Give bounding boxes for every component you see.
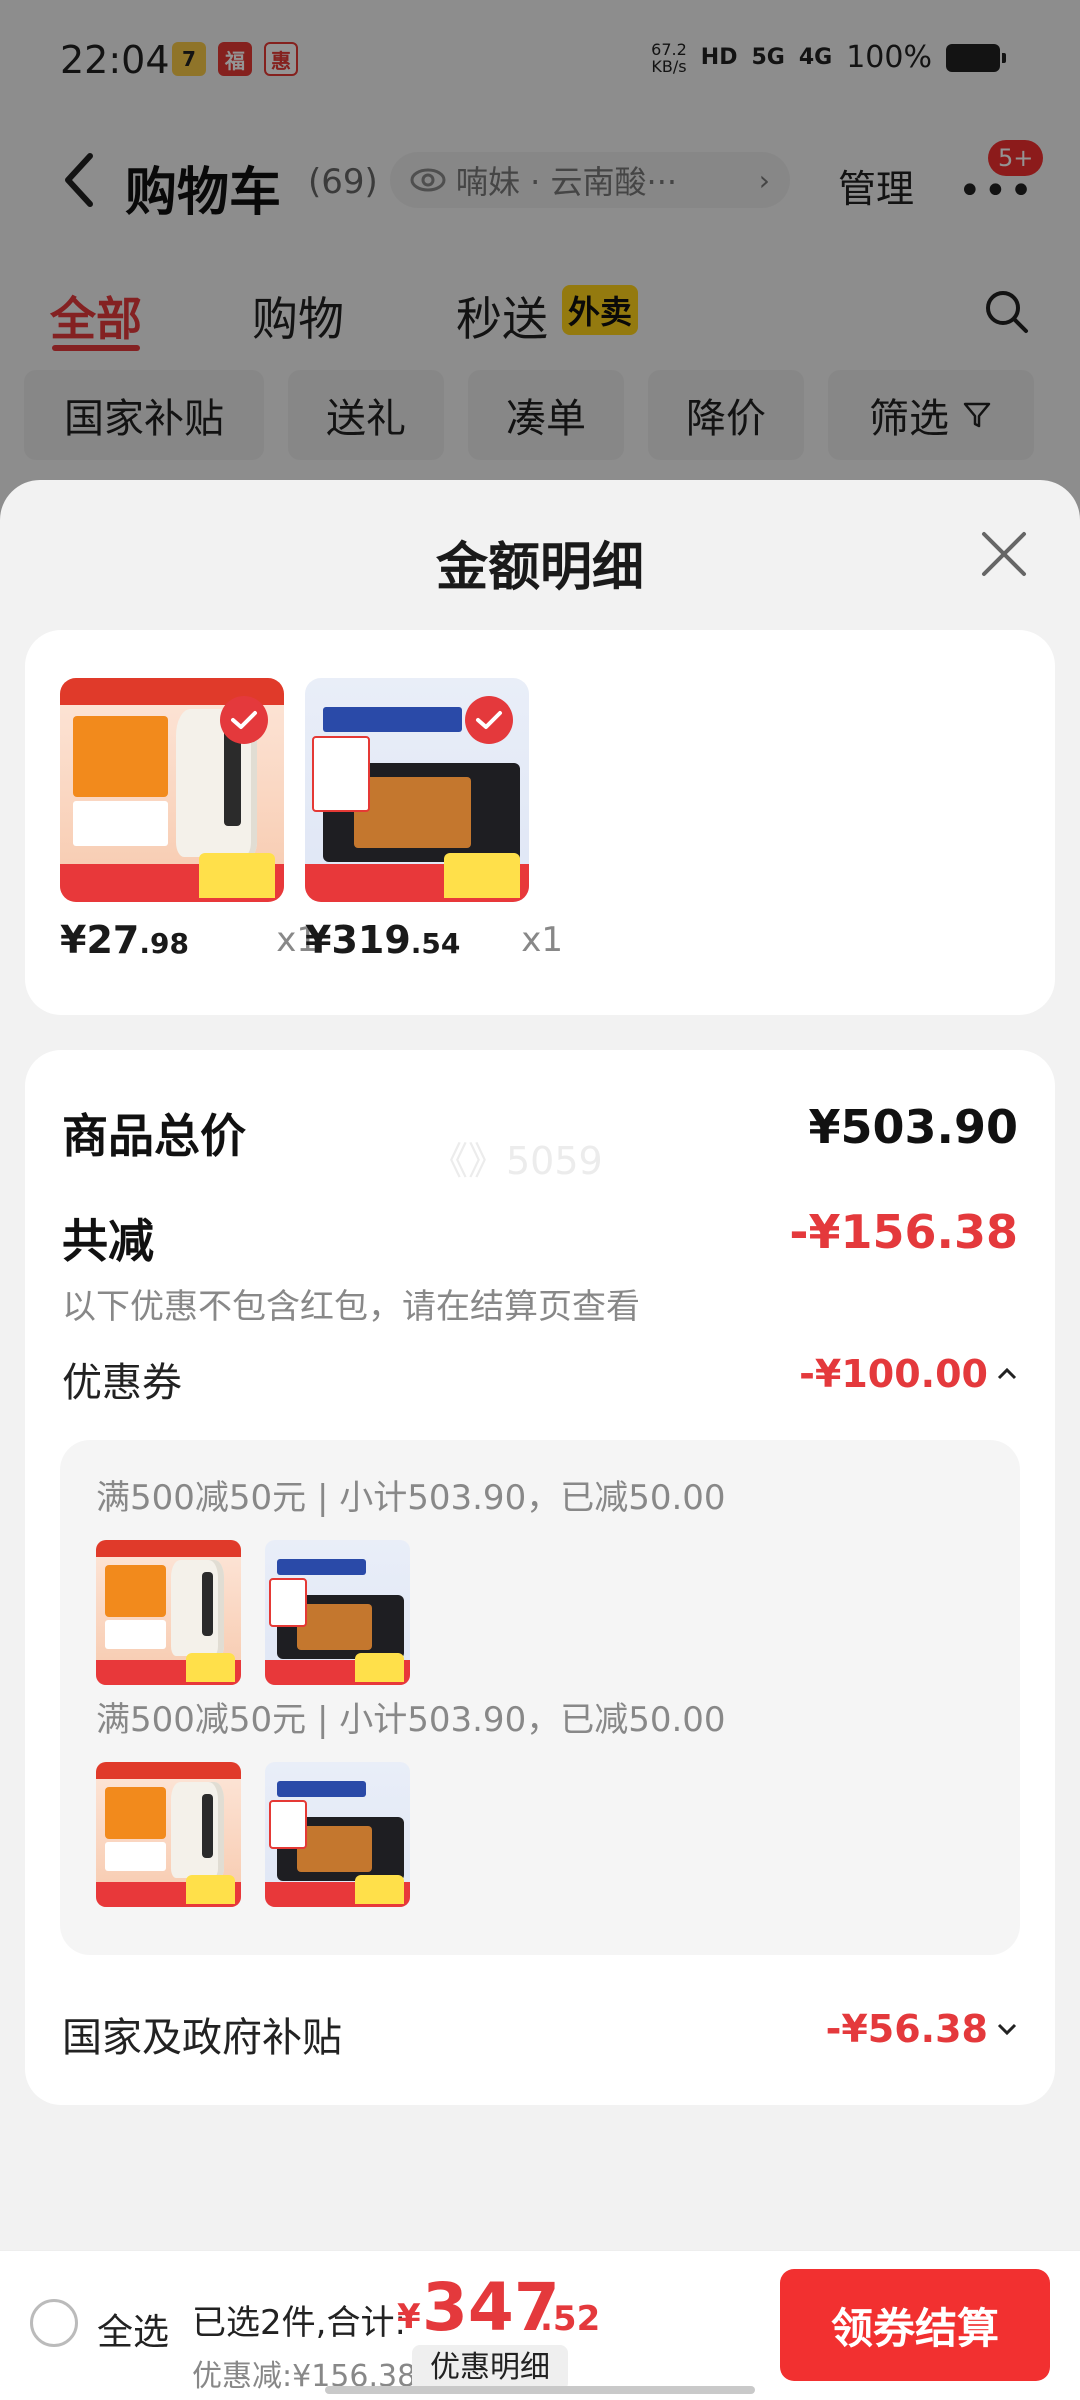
chevron-down-icon[interactable]	[996, 2022, 1018, 2036]
coupon-value: -¥100.00	[799, 1352, 1018, 1396]
item-price: ¥319.54 x1	[305, 918, 563, 962]
total-reduce-row: 共减 -¥156.38 以下优惠不包含红包，请在结算页查看	[62, 1205, 1018, 1328]
reduce-note: 以下优惠不包含红包，请在结算页查看	[62, 1287, 640, 1327]
checkout-bar: 全选 已选2件,合计: ¥ 347 .52 优惠减:¥156.38 优惠明细 领…	[0, 2250, 1080, 2400]
discount-detail-button[interactable]: 优惠明细	[412, 2345, 568, 2391]
coupon-group-text: 满500减50元 | 小计503.90，已减50.00	[96, 1478, 726, 1518]
item-price: ¥27.98 x1	[60, 918, 318, 962]
amount-detail-sheet: 金额明细 ¥27.98 x1 ¥319.54 x1 《》5059 商品总价 ¥5…	[0, 480, 1080, 2400]
cart-item-microwave[interactable]: ¥319.54 x1	[305, 678, 563, 962]
microwave-thumbnail	[305, 678, 529, 902]
total-amount-decimal: .52	[540, 2299, 601, 2339]
selected-summary: 已选2件,合计:	[192, 2303, 406, 2343]
checkout-button[interactable]: 领券结算	[780, 2269, 1050, 2381]
selected-items-card: ¥27.98 x1 ¥319.54 x1	[25, 630, 1055, 1015]
select-all-label[interactable]: 全选	[97, 2303, 169, 2355]
close-icon[interactable]	[978, 528, 1030, 580]
total-reduce-value: -¥156.38	[789, 1205, 1018, 1259]
total-price-row: 商品总价 ¥503.90	[62, 1100, 1018, 1166]
kettle-thumbnail	[60, 678, 284, 902]
item-quantity: x1	[521, 920, 563, 960]
coupon-item-kettle-thumb	[96, 1540, 241, 1685]
coupon-item-microwave-thumb	[265, 1762, 410, 1907]
currency-symbol: ¥	[397, 2297, 421, 2337]
checkmark-icon	[220, 696, 268, 744]
price-summary-card: 《》5059 商品总价 ¥503.90 共减 -¥156.38 以下优惠不包含红…	[25, 1050, 1055, 2105]
select-all-radio[interactable]	[30, 2299, 78, 2347]
cart-item-kettle[interactable]: ¥27.98 x1	[60, 678, 318, 962]
coupon-detail-box: 满500减50元 | 小计503.90，已减50.00 满500减50元 | 小…	[60, 1440, 1020, 1955]
subsidy-value: -¥56.38	[826, 2007, 1018, 2051]
coupon-item-microwave-thumb	[265, 1540, 410, 1685]
home-indicator[interactable]	[325, 2386, 755, 2394]
coupon-group-text: 满500减50元 | 小计503.90，已减50.00	[96, 1700, 726, 1740]
subsidy-row[interactable]: 国家及政府补贴 -¥56.38	[62, 2005, 1018, 2063]
coupon-row[interactable]: 优惠券 -¥100.00	[62, 1350, 1018, 1408]
total-price-value: ¥503.90	[808, 1100, 1018, 1154]
chevron-up-icon[interactable]	[996, 1367, 1018, 1381]
checkmark-icon	[465, 696, 513, 744]
coupon-item-kettle-thumb	[96, 1762, 241, 1907]
sheet-title: 金额明细	[435, 538, 644, 598]
